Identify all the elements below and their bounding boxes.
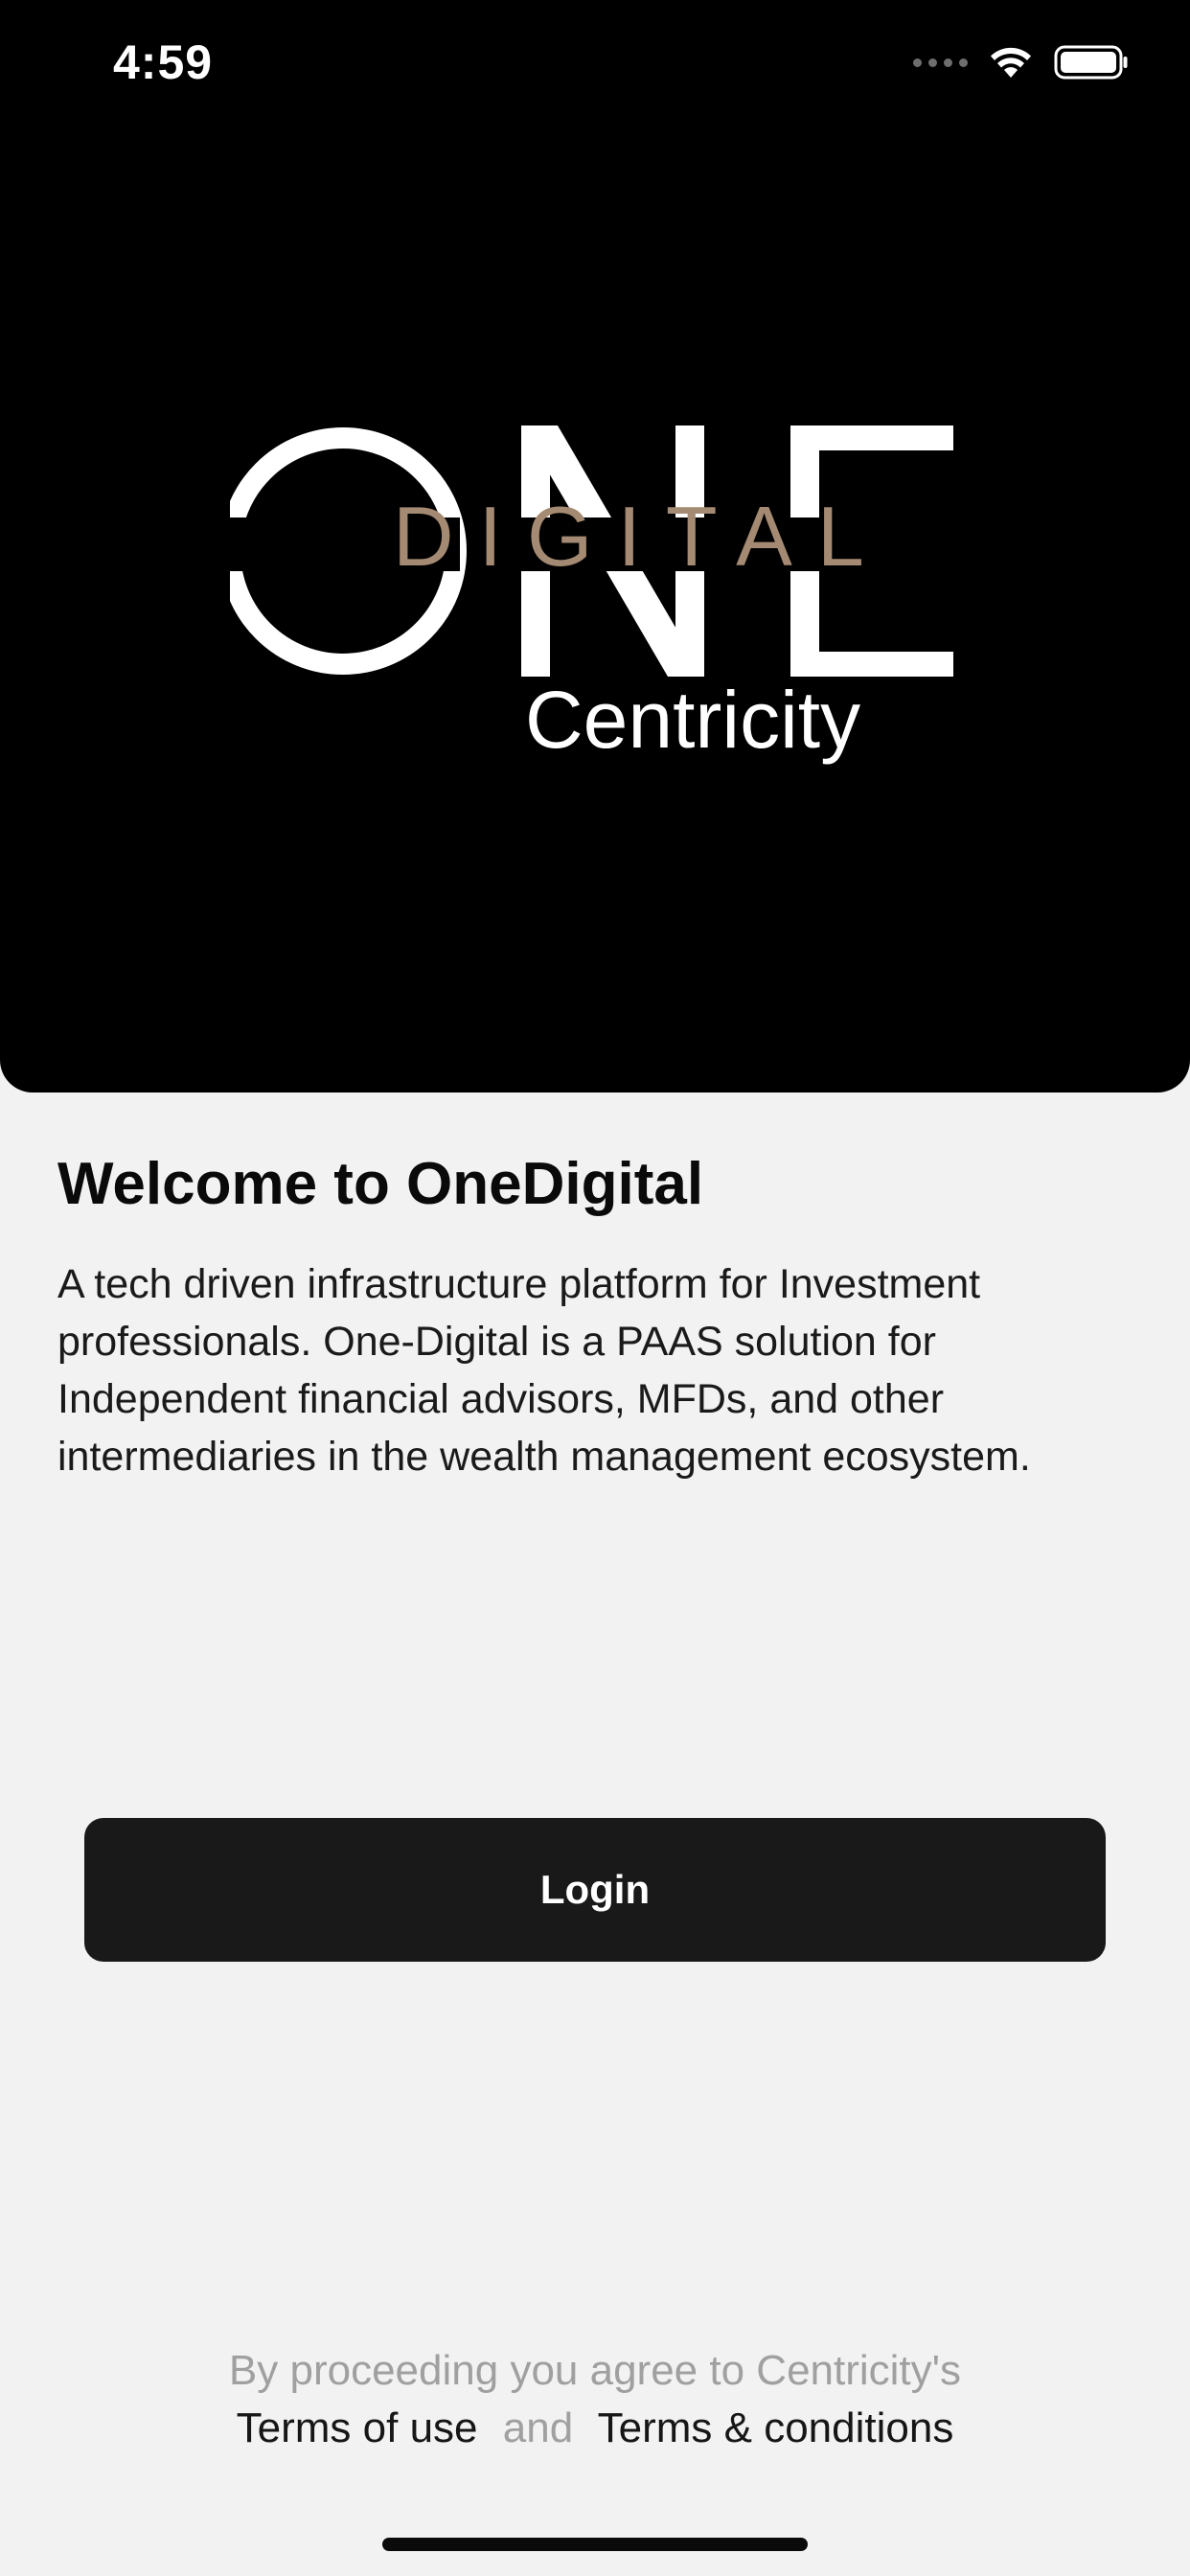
legal-and-text: and: [502, 2404, 574, 2451]
terms-of-use-link[interactable]: Terms of use: [237, 2404, 478, 2451]
legal-agreement-text: By proceeding you agree to Centricity's: [228, 2347, 962, 2394]
legal-links-row: Terms of use and Terms & conditions: [0, 2400, 1190, 2457]
wifi-icon: [991, 47, 1031, 78]
legal-notice: By proceeding you agree to Centricity's …: [0, 2342, 1190, 2457]
welcome-description: A tech driven infrastructure platform fo…: [57, 1261, 1031, 1480]
login-button[interactable]: Login: [84, 1818, 1106, 1962]
logo-digital-text: DIGITAL: [393, 489, 889, 584]
status-icons: [913, 44, 1129, 80]
cellular-signal-icon: [913, 58, 968, 67]
welcome-screen: 4:59 DIGITAL Centricity Welcome to OneDi…: [0, 0, 1190, 2576]
battery-icon: [1054, 45, 1128, 80]
home-indicator[interactable]: [382, 2538, 808, 2551]
welcome-title: Welcome to OneDigital: [57, 1151, 704, 1217]
hero-banner: 4:59 DIGITAL Centricity: [0, 0, 1190, 1092]
login-button-label: Login: [539, 1867, 651, 1912]
terms-conditions-link[interactable]: Terms & conditions: [598, 2404, 954, 2451]
status-time: 4:59: [113, 35, 214, 89]
logo-centricity-text: Centricity: [525, 675, 860, 765]
onedigital-centricity-logo: DIGITAL Centricity: [230, 426, 953, 765]
